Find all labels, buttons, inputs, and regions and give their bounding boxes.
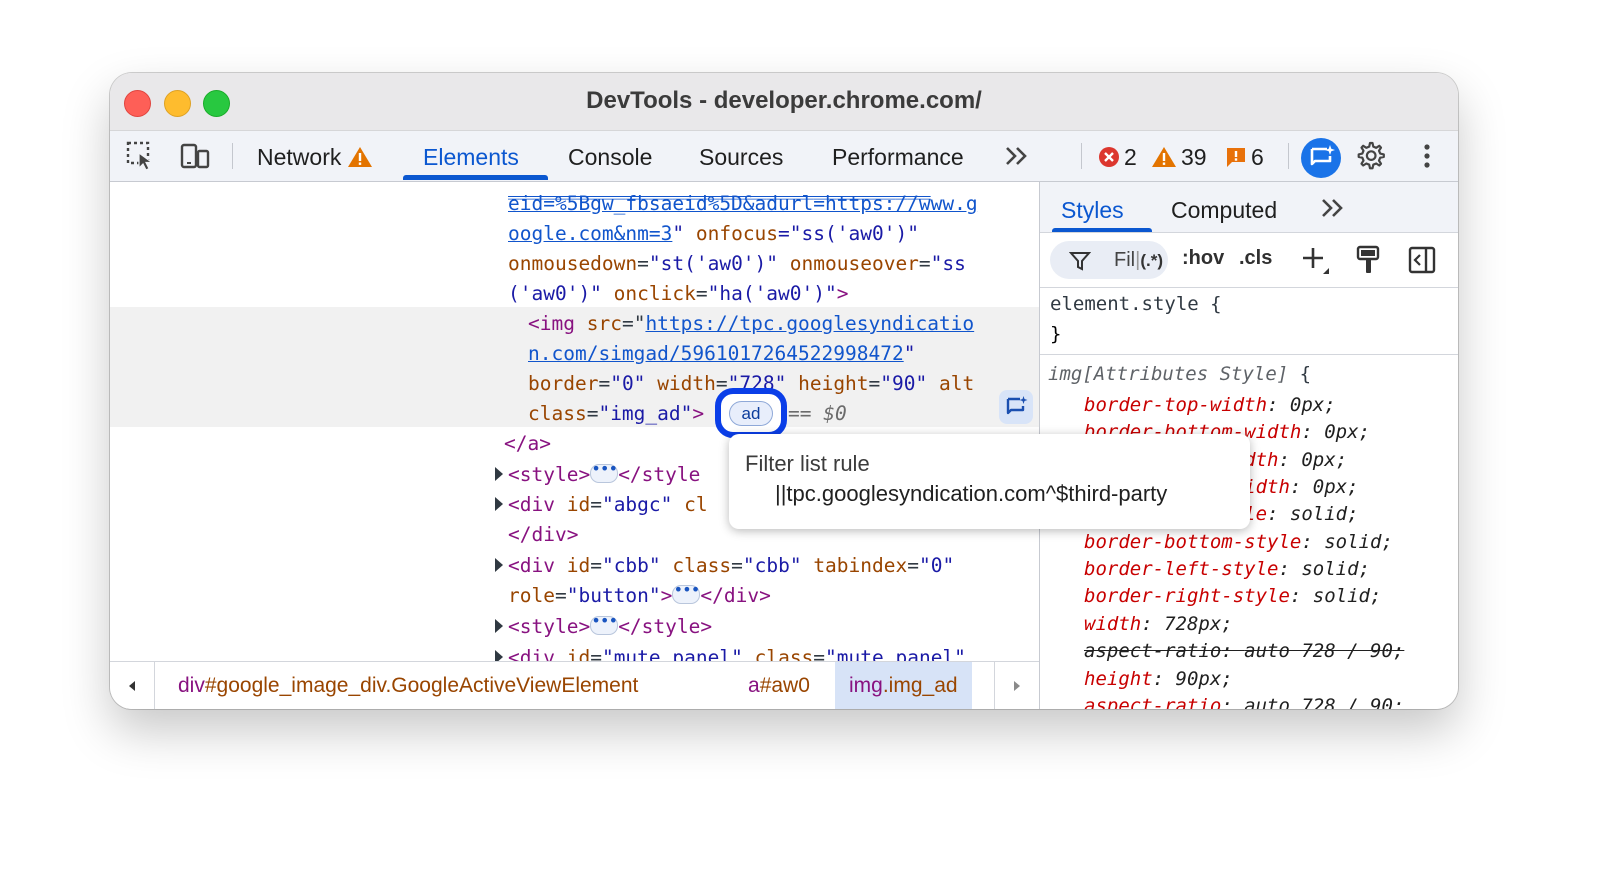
tooltip-rule-text: ||tpc.googlesyndication.com^$third-party bbox=[775, 481, 1168, 506]
dom-node-div[interactable]: <div id="abgc" cl bbox=[508, 490, 708, 520]
issues-count: 6 bbox=[1251, 144, 1264, 170]
warning-count: 39 bbox=[1181, 144, 1207, 170]
element-style-rule[interactable]: element.style { bbox=[1050, 290, 1222, 318]
tab-computed[interactable]: Computed bbox=[1171, 182, 1277, 232]
filter-rule-tooltip: Filter list rule ||tpc.googlesyndication… bbox=[729, 434, 1250, 529]
paint-brush-icon[interactable] bbox=[1355, 245, 1383, 275]
window-title: DevTools - developer.chrome.com/ bbox=[586, 87, 982, 114]
css-declaration-overridden[interactable]: aspect-ratio: auto 728 / 90; bbox=[1084, 637, 1404, 665]
breadcrumb-scroll-right-button[interactable] bbox=[994, 662, 1039, 709]
tab-elements[interactable]: Elements bbox=[423, 131, 519, 181]
more-tabs-icon[interactable] bbox=[1319, 194, 1347, 222]
filter-input[interactable]: Fil|(.*) bbox=[1050, 241, 1168, 279]
error-count: 2 bbox=[1124, 144, 1137, 170]
dom-node-div[interactable]: <div id="cbb" class="cbb" tabindex="0" bbox=[508, 551, 954, 581]
css-declaration[interactable]: aspect-ratio: auto 728 / 90; bbox=[1084, 692, 1404, 709]
dom-line: n.com/simgad/5961017264522998472" bbox=[528, 342, 916, 365]
ask-ai-button[interactable] bbox=[999, 390, 1033, 424]
ad-badge[interactable]: ad bbox=[729, 401, 773, 426]
settings-gear-icon[interactable] bbox=[1354, 140, 1386, 172]
add-rule-icon[interactable] bbox=[1300, 245, 1330, 275]
chevron-right-icon bbox=[1014, 681, 1020, 691]
attributes-style-rule: img[Attributes Style] { bbox=[1048, 363, 1312, 385]
tab-performance[interactable]: Performance bbox=[832, 131, 964, 181]
expand-triangle-icon[interactable] bbox=[495, 558, 503, 572]
expand-triangle-icon[interactable] bbox=[495, 619, 503, 633]
tab-console[interactable]: Console bbox=[568, 131, 652, 181]
selected-node-marker: == $0 bbox=[788, 402, 847, 425]
warning-counter[interactable]: 39 bbox=[1151, 131, 1207, 181]
breadcrumb-item-a[interactable]: a#aw0 bbox=[748, 662, 810, 709]
dom-line: </a> bbox=[504, 432, 551, 455]
expand-triangle-icon[interactable] bbox=[495, 467, 503, 481]
error-counter[interactable]: 2 bbox=[1098, 131, 1137, 181]
rule-divider bbox=[1040, 354, 1458, 355]
error-icon bbox=[1099, 146, 1119, 167]
breadcrumb-item-div[interactable]: div#google_image_div.GoogleActiveViewEle… bbox=[178, 662, 638, 709]
dom-line: ('aw0')" onclick="ha('aw0')"> bbox=[508, 282, 849, 305]
tooltip-title: Filter list rule bbox=[745, 451, 870, 476]
breadcrumb: div#google_image_div.GoogleActiveViewEle… bbox=[110, 661, 1039, 709]
dom-line: eid=%5Bgw_fbsaeid%5D&adurl=https://www.g bbox=[508, 192, 978, 215]
toggle-sidebar-icon[interactable] bbox=[1407, 245, 1437, 275]
dom-node-div[interactable]: <div id="mute_panel" class="mute_panel" bbox=[508, 643, 966, 661]
ai-chat-icon bbox=[1310, 145, 1335, 166]
css-declaration[interactable]: border-bottom-style: solid; bbox=[1084, 528, 1393, 556]
main-toolbar: Network Elements Console Sources Perform… bbox=[110, 131, 1458, 182]
dom-node-img[interactable]: <img src="https://tpc.googlesyndicatio bbox=[528, 309, 974, 339]
css-declaration[interactable]: width: 728px; bbox=[1084, 610, 1233, 638]
css-declaration[interactable]: height: 90px; bbox=[1084, 665, 1233, 693]
active-tab-indicator bbox=[403, 175, 548, 180]
breadcrumb-item-img[interactable]: img.img_ad bbox=[835, 662, 972, 709]
collapsed-content-icon[interactable]: ••• bbox=[590, 461, 619, 483]
css-declaration[interactable]: border-left-style: solid; bbox=[1084, 555, 1370, 583]
tab-sources[interactable]: Sources bbox=[699, 131, 783, 181]
tab-network-label: Network bbox=[257, 144, 342, 170]
class-toggle[interactable]: .cls bbox=[1239, 247, 1272, 270]
css-declaration[interactable]: border-right-style: solid; bbox=[1084, 582, 1381, 610]
dom-node-style[interactable]: <style>•••</style bbox=[508, 460, 700, 490]
active-tab-indicator bbox=[1052, 228, 1152, 232]
inspect-element-icon[interactable] bbox=[125, 140, 157, 172]
elements-dom-tree[interactable]: ____________________________________ eid… bbox=[110, 182, 1039, 661]
warning-icon bbox=[1152, 146, 1176, 167]
issue-icon bbox=[1227, 147, 1245, 167]
ai-assistance-button[interactable] bbox=[1301, 138, 1341, 178]
device-toolbar-icon[interactable] bbox=[179, 140, 211, 172]
chevron-left-icon bbox=[129, 681, 135, 691]
collapsed-content-icon[interactable]: ••• bbox=[590, 613, 619, 635]
issues-counter[interactable]: 6 bbox=[1225, 131, 1264, 181]
tab-styles[interactable]: Styles bbox=[1061, 182, 1124, 232]
devtools-window: DevTools - developer.chrome.com/ Network… bbox=[110, 73, 1458, 709]
dom-line: oogle.com&nm=3" onfocus="ss('aw0')" bbox=[508, 222, 919, 245]
expand-triangle-icon[interactable] bbox=[495, 650, 503, 661]
dom-node-style[interactable]: <style>•••</style> bbox=[508, 612, 712, 642]
rule-close-brace: } bbox=[1050, 323, 1062, 345]
styles-tabbar: Styles Computed bbox=[1040, 182, 1458, 233]
expand-triangle-icon[interactable] bbox=[495, 497, 503, 511]
styles-filter-bar: Fil|(.*) :hov .cls bbox=[1040, 233, 1458, 288]
ai-chat-icon bbox=[1006, 396, 1028, 415]
css-declaration[interactable]: border-top-width: 0px; bbox=[1084, 391, 1336, 419]
dom-line: class="img_ad"> bbox=[528, 402, 705, 425]
dom-line: </div> bbox=[508, 523, 579, 546]
dom-line: onmousedown="st('aw0')" onmouseover="ss bbox=[508, 252, 966, 275]
tab-network[interactable]: Network bbox=[257, 131, 373, 181]
filter-icon bbox=[1069, 252, 1091, 271]
filter-input-text: Fil|(.*) bbox=[1114, 249, 1163, 271]
warning-icon bbox=[348, 146, 373, 167]
more-options-icon[interactable] bbox=[1411, 140, 1443, 172]
dom-line: role="button">•••</div> bbox=[508, 580, 771, 608]
breadcrumb-scroll-left-button[interactable] bbox=[110, 662, 155, 709]
collapsed-content-icon[interactable]: ••• bbox=[672, 582, 701, 604]
title-bar: DevTools - developer.chrome.com/ bbox=[110, 73, 1458, 131]
more-tabs-icon[interactable] bbox=[1003, 142, 1031, 170]
hover-state-toggle[interactable]: :hov bbox=[1182, 247, 1224, 270]
